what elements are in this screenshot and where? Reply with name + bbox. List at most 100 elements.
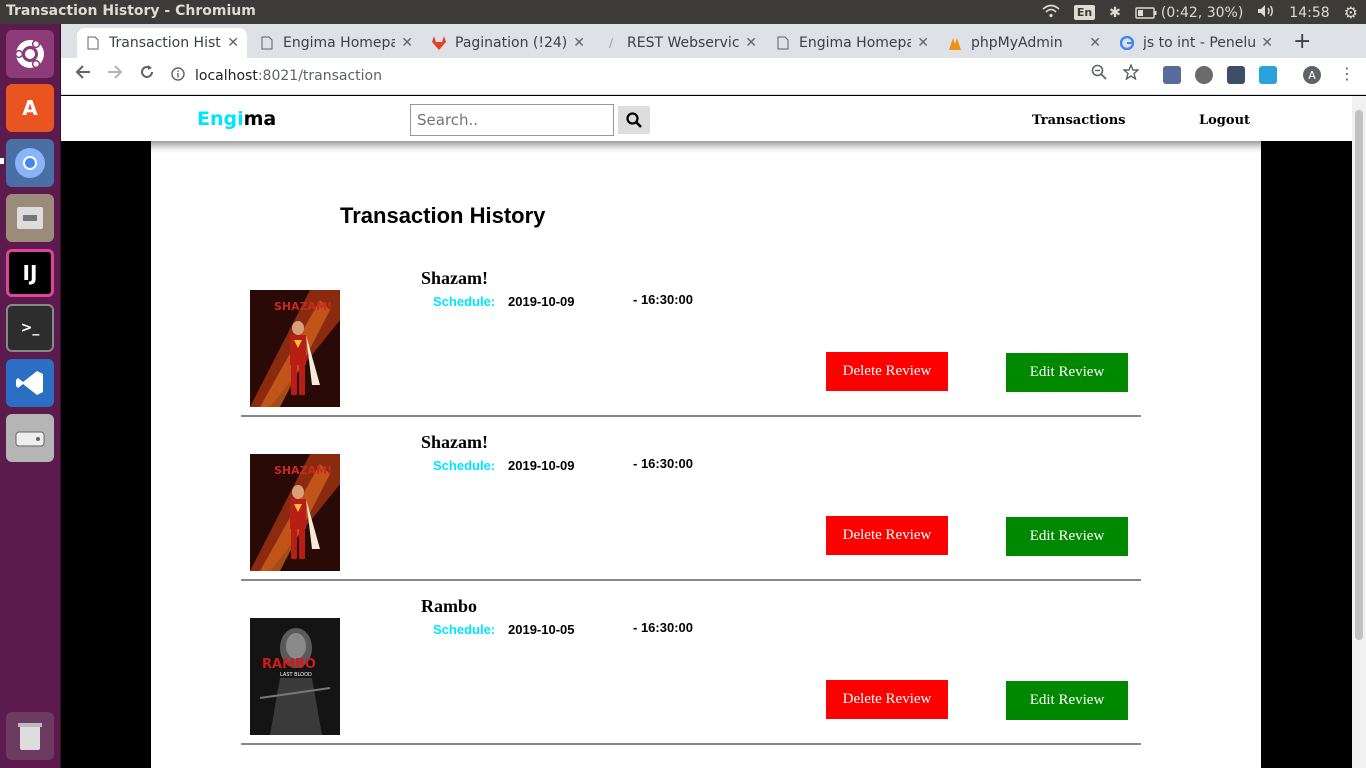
extension-dots-icon[interactable] xyxy=(1227,66,1245,84)
extension-sync-icon[interactable] xyxy=(1259,66,1277,84)
tab-js-to-int[interactable]: js to int - Penelusuran ✕ xyxy=(1111,28,1281,58)
trash-icon[interactable] xyxy=(6,712,54,760)
svg-text:SHAZAM!: SHAZAM! xyxy=(274,464,332,477)
nav-logout-link[interactable]: Logout xyxy=(1199,113,1250,128)
page-title: Transaction History xyxy=(340,203,546,228)
svg-text:RAMBO: RAMBO xyxy=(262,657,316,672)
new-tab-icon[interactable]: + xyxy=(1293,29,1311,54)
extension-line-icon[interactable] xyxy=(1195,66,1213,84)
profile-avatar[interactable]: A xyxy=(1303,66,1321,84)
brand-logo-part1: Engi xyxy=(197,108,244,130)
scrollbar-thumb[interactable] xyxy=(1355,110,1363,640)
delete-review-button[interactable]: Delete Review xyxy=(826,680,948,719)
movie-poster-rambo[interactable]: RAMBO LAST BLOOD xyxy=(250,618,340,735)
tab-label: phpMyAdmin xyxy=(971,35,1063,51)
tab-label: Engima Homepage xyxy=(283,35,396,51)
transaction-row: SHAZAM! Shazam! Schedule: 2019-10-09 - 1… xyxy=(241,417,1141,581)
page-icon xyxy=(775,35,791,51)
tab-transaction-history[interactable]: Transaction History ✕ xyxy=(77,28,247,58)
clock[interactable]: 14:58 xyxy=(1289,5,1329,21)
volume-icon[interactable] xyxy=(1257,4,1275,22)
schedule-label: Schedule: xyxy=(433,294,496,309)
window-title: Transaction History - Chromium xyxy=(6,3,256,19)
movie-title: Shazam! xyxy=(421,268,488,288)
site-navbar: Engima Transactions Logout xyxy=(61,96,1352,141)
search-icon xyxy=(626,112,642,128)
bookmark-star-icon[interactable] xyxy=(1122,63,1140,85)
movie-title: Shazam! xyxy=(421,432,488,452)
app-launcher: A IJ >_ xyxy=(0,24,61,768)
delete-review-button[interactable]: Delete Review xyxy=(826,352,948,391)
chromium-icon[interactable] xyxy=(6,139,54,187)
page-icon xyxy=(259,35,275,51)
url-host: localhost xyxy=(195,68,258,84)
edit-review-button[interactable]: Edit Review xyxy=(1006,517,1128,556)
movie-poster-shazam[interactable]: SHAZAM! xyxy=(250,290,340,407)
movie-poster-shazam[interactable]: SHAZAM! xyxy=(250,454,340,571)
main-content: Transaction History SHAZAM! Shazam! Sche… xyxy=(151,141,1261,768)
search-input[interactable] xyxy=(410,104,614,136)
brand-logo[interactable]: Engima xyxy=(197,108,276,130)
tab-engima-homepage[interactable]: Engima Homepage ✕ xyxy=(251,28,421,58)
delete-review-button[interactable]: Delete Review xyxy=(826,516,948,555)
zoom-icon[interactable] xyxy=(1091,64,1107,85)
extension-pen-icon[interactable] xyxy=(1163,66,1181,84)
forward-arrow-icon[interactable] xyxy=(107,64,123,85)
keyboard-language-indicator[interactable]: En xyxy=(1073,5,1096,20)
schedule-time: - 16:30:00 xyxy=(633,292,693,307)
system-tray: En ✱ (0:42, 30%) 14:58 ⚙ xyxy=(1042,3,1358,22)
terminal-icon[interactable]: >_ xyxy=(6,304,54,352)
close-tab-icon[interactable]: ✕ xyxy=(917,35,929,51)
transaction-row: SHAZAM! Shazam! Schedule: 2019-10-09 - 1… xyxy=(241,253,1141,417)
tab-engima-homepage-2[interactable]: Engima Homepage ✕ xyxy=(767,28,937,58)
page-viewport: Engima Transactions Logout Transaction H… xyxy=(61,96,1352,768)
page-scrollbar[interactable] xyxy=(1352,96,1366,768)
battery-indicator[interactable]: (0:42, 30%) xyxy=(1135,5,1243,21)
close-tab-icon[interactable]: ✕ xyxy=(1261,35,1273,51)
disk-drive-icon[interactable] xyxy=(6,414,54,462)
nav-transactions-link[interactable]: Transactions xyxy=(1032,113,1126,128)
tab-label: REST Webservice xyxy=(627,35,740,51)
tab-label: Pagination (!24) xyxy=(455,35,568,51)
tab-label: Transaction History xyxy=(109,35,221,51)
system-top-bar: Transaction History - Chromium En ✱ (0:4… xyxy=(0,0,1366,24)
brand-logo-part2: ma xyxy=(243,108,277,130)
active-app-indicator xyxy=(0,158,4,164)
schedule-label: Schedule: xyxy=(433,622,496,637)
svg-text:SHAZAM!: SHAZAM! xyxy=(274,300,332,313)
svg-text:LAST BLOOD: LAST BLOOD xyxy=(280,672,312,678)
close-tab-icon[interactable]: ✕ xyxy=(745,35,757,51)
schedule-time: - 16:30:00 xyxy=(633,456,693,471)
settings-gear-icon[interactable]: ⚙ xyxy=(1344,3,1358,22)
close-tab-icon[interactable]: ✕ xyxy=(573,35,585,51)
ubuntu-dash-icon[interactable] xyxy=(6,30,54,78)
close-tab-icon[interactable]: ✕ xyxy=(227,35,239,51)
search-button[interactable] xyxy=(618,106,650,134)
wifi-icon[interactable] xyxy=(1042,4,1060,22)
movie-title: Rambo xyxy=(421,596,478,616)
schedule-date: 2019-10-09 xyxy=(508,294,575,309)
intellij-icon[interactable]: IJ xyxy=(6,249,54,297)
tab-rest-webservice[interactable]: ∕ REST Webservice ✕ xyxy=(595,28,765,58)
site-info-icon[interactable] xyxy=(171,67,185,85)
edit-review-button[interactable]: Edit Review xyxy=(1006,681,1128,720)
reload-icon[interactable] xyxy=(139,64,155,85)
schedule-time: - 16:30:00 xyxy=(633,620,693,635)
tab-label: Engima Homepage xyxy=(799,35,912,51)
address-bar[interactable]: localhost:8021/transaction xyxy=(171,62,1131,90)
edit-review-button[interactable]: Edit Review xyxy=(1006,353,1128,392)
gitlab-icon xyxy=(431,35,447,51)
tab-label: js to int - Penelusuran xyxy=(1143,35,1256,51)
vscode-icon[interactable] xyxy=(6,359,54,407)
battery-status: (0:42, 30%) xyxy=(1160,4,1244,21)
software-center-icon[interactable]: A xyxy=(6,84,54,132)
back-arrow-icon[interactable] xyxy=(75,64,91,85)
file-manager-icon[interactable] xyxy=(6,194,54,242)
link-icon: ∕ xyxy=(608,36,614,50)
tab-pagination[interactable]: Pagination (!24) ✕ xyxy=(423,28,593,58)
tab-phpmyadmin[interactable]: phpMyAdmin ✕ xyxy=(939,28,1109,58)
browser-menu-icon[interactable]: ⋮ xyxy=(1339,64,1355,83)
bluetooth-icon[interactable]: ✱ xyxy=(1109,5,1121,21)
close-tab-icon[interactable]: ✕ xyxy=(1089,35,1101,51)
close-tab-icon[interactable]: ✕ xyxy=(401,35,413,51)
